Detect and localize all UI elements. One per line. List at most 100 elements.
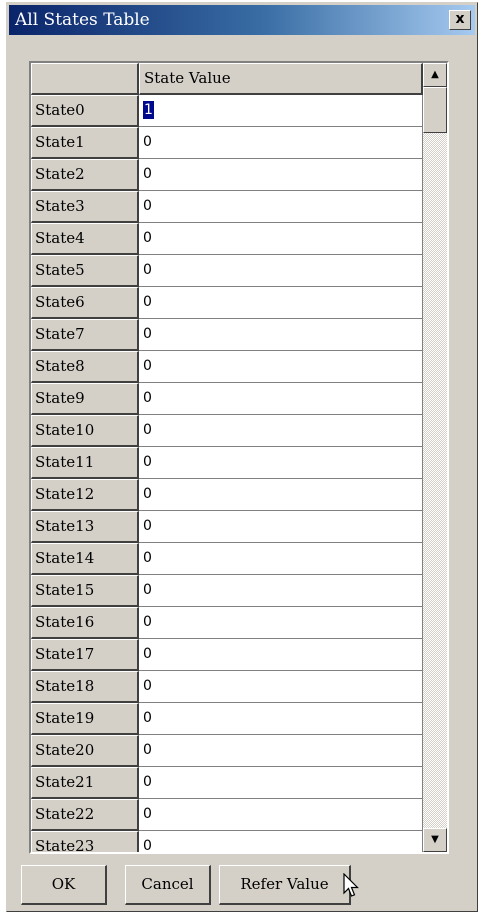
row-header[interactable]: State11 [31, 447, 139, 479]
state-value-cell[interactable]: 0 [139, 383, 423, 415]
row-header[interactable]: State2 [31, 159, 139, 191]
all-states-dialog: All States Table x State Value State0 1 St… [6, 2, 478, 912]
row-header[interactable]: State18 [31, 671, 139, 703]
state-value-cell[interactable]: 0 [139, 351, 423, 383]
row-header[interactable]: State9 [31, 383, 139, 415]
state-value-cell[interactable]: 0 [139, 255, 423, 287]
state-value-cell[interactable]: 0 [139, 319, 423, 351]
state-value-text: 0 [143, 582, 152, 598]
scroll-thumb[interactable] [423, 87, 447, 133]
table-row: State22 0 [31, 799, 423, 831]
state-value-cell[interactable]: 0 [139, 543, 423, 575]
table-row: State5 0 [31, 255, 423, 287]
row-header[interactable]: State19 [31, 703, 139, 735]
state-value-cell[interactable]: 0 [139, 799, 423, 831]
table-row: State7 0 [31, 319, 423, 351]
state-value-text: 0 [143, 166, 152, 182]
state-value-text: 0 [143, 806, 152, 822]
table-row: State13 0 [31, 511, 423, 543]
state-value-text: 0 [143, 198, 152, 214]
table-row: State0 1 [31, 95, 423, 127]
state-value-cell[interactable]: 0 [139, 735, 423, 767]
row-header[interactable]: State5 [31, 255, 139, 287]
row-header[interactable]: State21 [31, 767, 139, 799]
state-value-cell[interactable]: 0 [139, 607, 423, 639]
state-value-cell[interactable]: 0 [139, 831, 423, 852]
row-header[interactable]: State12 [31, 479, 139, 511]
table-row: State11 0 [31, 447, 423, 479]
scroll-up-button[interactable]: ▲ [423, 63, 447, 87]
column-header-state-value[interactable]: State Value [139, 63, 423, 95]
state-value-cell[interactable]: 0 [139, 191, 423, 223]
table-row: State17 0 [31, 639, 423, 671]
state-value-text: 0 [143, 454, 152, 470]
state-value-text: 0 [143, 614, 152, 630]
row-header[interactable]: State0 [31, 95, 139, 127]
row-header[interactable]: State23 [31, 831, 139, 852]
scroll-up-icon: ▲ [431, 69, 439, 80]
row-header[interactable]: State4 [31, 223, 139, 255]
state-value-cell[interactable]: 0 [139, 511, 423, 543]
table-row: State21 0 [31, 767, 423, 799]
state-value-cell[interactable]: 1 [139, 95, 423, 127]
state-value-cell[interactable]: 0 [139, 575, 423, 607]
state-value-cell[interactable]: 0 [139, 415, 423, 447]
row-header[interactable]: State20 [31, 735, 139, 767]
table-row: State20 0 [31, 735, 423, 767]
state-value-text: 0 [143, 422, 152, 438]
table-row: State16 0 [31, 607, 423, 639]
close-icon: x [455, 11, 465, 27]
state-value-cell[interactable]: 0 [139, 671, 423, 703]
table-row: State9 0 [31, 383, 423, 415]
table-row: State12 0 [31, 479, 423, 511]
cancel-button[interactable]: Cancel [125, 865, 211, 905]
state-value-text: 0 [143, 390, 152, 406]
row-header[interactable]: State14 [31, 543, 139, 575]
state-value-cell[interactable]: 0 [139, 159, 423, 191]
state-value-cell[interactable]: 0 [139, 703, 423, 735]
row-header[interactable]: State8 [31, 351, 139, 383]
title-bar[interactable]: All States Table x [9, 5, 475, 35]
row-header[interactable]: State22 [31, 799, 139, 831]
header-row: State Value [31, 63, 423, 95]
row-header[interactable]: State1 [31, 127, 139, 159]
state-value-text: 0 [143, 262, 152, 278]
state-value-text: 0 [143, 646, 152, 662]
row-header[interactable]: State7 [31, 319, 139, 351]
state-value-cell[interactable]: 0 [139, 479, 423, 511]
state-value-cell[interactable]: 0 [139, 447, 423, 479]
grid-body: State Value State0 1 State1 0 State2 0 State3 0… [31, 63, 423, 852]
state-value-cell[interactable]: 0 [139, 223, 423, 255]
window-title: All States Table [15, 10, 150, 30]
row-header[interactable]: State13 [31, 511, 139, 543]
row-header[interactable]: State16 [31, 607, 139, 639]
table-row: State15 0 [31, 575, 423, 607]
table-row: State3 0 [31, 191, 423, 223]
ok-button[interactable]: OK [21, 865, 107, 905]
refer-value-button[interactable]: Refer Value [219, 865, 351, 905]
state-value-cell[interactable]: 0 [139, 287, 423, 319]
state-value-text: 0 [143, 774, 152, 790]
row-header[interactable]: State3 [31, 191, 139, 223]
vertical-scrollbar[interactable]: ▲ ▼ [423, 63, 447, 852]
state-value-text: 0 [143, 294, 152, 310]
state-value-cell[interactable]: 0 [139, 767, 423, 799]
table-row: State19 0 [31, 703, 423, 735]
state-value-text: 0 [143, 678, 152, 694]
scroll-down-icon: ▼ [431, 834, 439, 845]
state-value-text: 0 [143, 486, 152, 502]
corner-header[interactable] [31, 63, 139, 95]
state-value-text: 1 [143, 101, 154, 119]
state-value-cell[interactable]: 0 [139, 127, 423, 159]
close-button[interactable]: x [449, 10, 471, 30]
row-header[interactable]: State6 [31, 287, 139, 319]
state-value-text: 0 [143, 358, 152, 374]
row-header[interactable]: State17 [31, 639, 139, 671]
row-header[interactable]: State10 [31, 415, 139, 447]
state-value-cell[interactable]: 0 [139, 639, 423, 671]
state-value-text: 0 [143, 742, 152, 758]
table-row: State1 0 [31, 127, 423, 159]
scroll-down-button[interactable]: ▼ [423, 828, 447, 852]
row-header[interactable]: State15 [31, 575, 139, 607]
state-value-text: 0 [143, 550, 152, 566]
